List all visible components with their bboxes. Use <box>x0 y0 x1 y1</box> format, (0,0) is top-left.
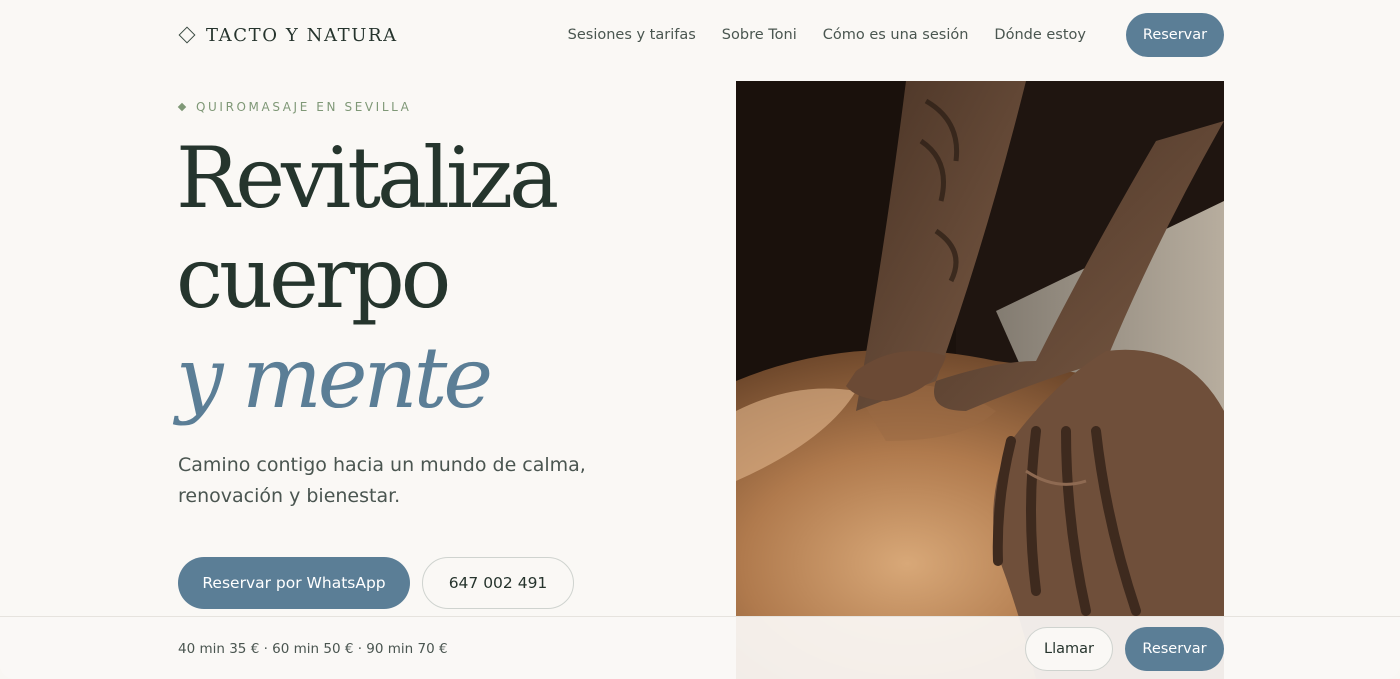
brand-name: TACTO Y NATURA <box>206 24 398 46</box>
nav-link-sobre-toni[interactable]: Sobre Toni <box>722 27 797 43</box>
headline-line-3: y mente <box>176 329 493 427</box>
headline-line-2: cuerpo <box>176 229 451 327</box>
hero-subtitle: Camino contigo hacia un mundo de calma, … <box>178 454 586 507</box>
diamond-bullet-icon <box>177 102 187 112</box>
logo[interactable]: TACTO Y NATURA <box>178 25 398 46</box>
site-header: TACTO Y NATURA Sesiones y tarifas Sobre … <box>178 13 1224 57</box>
nav-link-sesiones[interactable]: Sesiones y tarifas <box>568 27 696 43</box>
header-reservar-button[interactable]: Reservar <box>1126 13 1224 57</box>
headline-line-1: Revitaliza <box>176 129 559 227</box>
bottom-reservar-button[interactable]: Reservar <box>1125 627 1224 671</box>
massage-hands-photo <box>736 81 1224 679</box>
nav-link-donde-estoy[interactable]: Dónde estoy <box>994 27 1086 43</box>
nav-link-como-es[interactable]: Cómo es una sesión <box>823 27 969 43</box>
phone-button[interactable]: 647 002 491 <box>422 557 574 609</box>
hero-cta-row: Reservar por WhatsApp 647 002 491 <box>178 557 574 609</box>
eyebrow-text: QUIROMASAJE EN SEVILLA <box>196 100 412 114</box>
call-button[interactable]: Llamar <box>1025 627 1113 671</box>
diamond-outline-icon <box>178 26 196 44</box>
price-summary: 40 min 35 € · 60 min 50 € · 90 min 70 € <box>178 641 448 657</box>
whatsapp-booking-button[interactable]: Reservar por WhatsApp <box>178 557 410 609</box>
main-nav: Sesiones y tarifas Sobre Toni Cómo es un… <box>568 13 1224 57</box>
massage-photo-illustration <box>736 81 1224 679</box>
page: TACTO Y NATURA Sesiones y tarifas Sobre … <box>0 0 1400 679</box>
bottom-booking-bar: 40 min 35 € · 60 min 50 € · 90 min 70 € … <box>0 616 1400 679</box>
eyebrow: QUIROMASAJE EN SEVILLA <box>177 100 412 114</box>
hero-headline: Revitaliza cuerpo y mente <box>176 128 559 428</box>
